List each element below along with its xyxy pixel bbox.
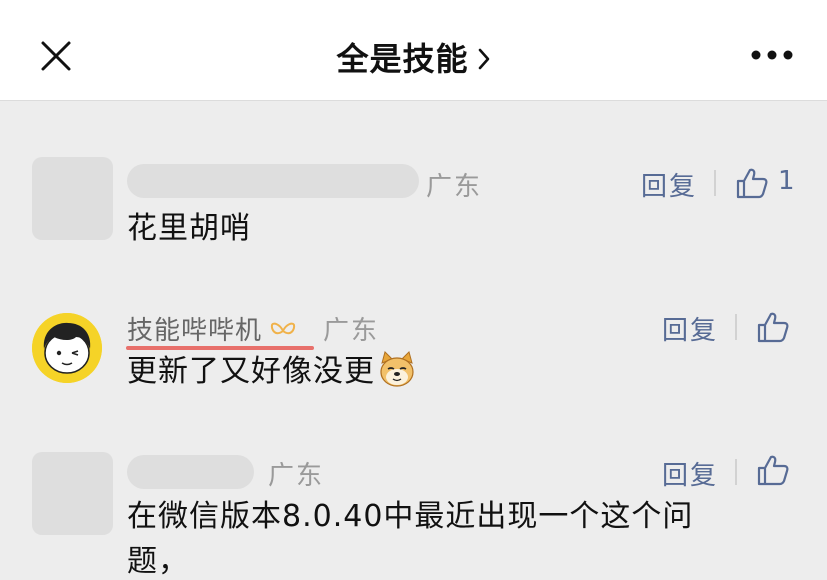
divider (714, 170, 716, 196)
chevron-right-icon (478, 48, 489, 70)
thumbs-up-icon[interactable] (756, 310, 790, 344)
divider (735, 314, 737, 340)
author-name[interactable]: 技能哔哔机 (127, 310, 296, 347)
page-title: 全是技能 (336, 40, 469, 78)
comment-text: 更新了又好像没更 (127, 348, 417, 396)
comment-text-line: 题， (127, 544, 189, 579)
region-label: 广东 (268, 461, 325, 491)
avatar[interactable] (32, 157, 113, 240)
doge-emoji-icon (380, 351, 414, 387)
reply-button[interactable]: 回复 (662, 455, 718, 492)
divider (735, 459, 737, 485)
region-label: 广东 (426, 172, 483, 202)
username-redacted[interactable] (127, 455, 254, 489)
author-badge-icon (270, 322, 296, 335)
comment-text-content: 更新了又好像没更 (127, 354, 375, 389)
like-count: 1 (778, 166, 795, 196)
avatar[interactable] (32, 452, 113, 535)
region-label: 广东 (323, 316, 380, 346)
reply-button[interactable]: 回复 (662, 310, 718, 347)
username: 技能哔哔机 (127, 316, 263, 346)
more-icon[interactable] (750, 48, 794, 62)
page-title-button[interactable]: 全是技能 (0, 34, 827, 80)
comment-text: 花里胡哨 (127, 211, 251, 246)
avatar[interactable] (32, 313, 102, 383)
cartoon-face-icon (32, 313, 102, 383)
reply-button[interactable]: 回复 (641, 166, 697, 203)
thumbs-up-icon[interactable] (756, 453, 790, 487)
thumbs-up-icon[interactable] (735, 166, 769, 200)
comment-text-line: 在微信版本8.0.40中最近出现一个这个问 (127, 499, 694, 534)
username-redacted[interactable] (127, 164, 419, 198)
top-navigation-bar: 全是技能 (0, 0, 827, 101)
